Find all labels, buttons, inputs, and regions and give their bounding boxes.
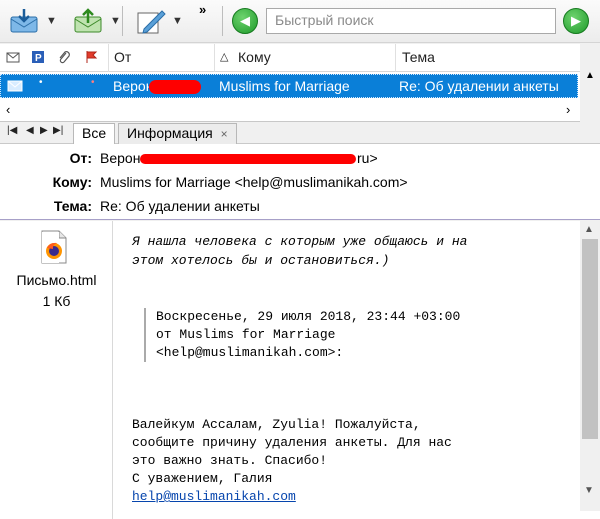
scroll-up-icon[interactable]: ▲: [584, 224, 594, 235]
body-line: этом хотелось бы и остановиться.): [132, 253, 390, 268]
read-envelope-icon: [7, 80, 23, 92]
quote-line: Воскресенье, 29 июля 2018, 23:44 +03:00: [156, 309, 461, 324]
tab-prev-icon[interactable]: ◀: [26, 125, 34, 136]
toolbar-divider: [122, 6, 123, 36]
flag-icon[interactable]: [84, 50, 98, 64]
message-body-area: Письмо.html 1 Кб Я нашла человека с кото…: [0, 221, 600, 519]
message-text: Я нашла человека с которым уже общаюсь и…: [132, 221, 577, 519]
row-to: Muslims for Marriage: [219, 78, 350, 94]
inbox-download-icon: [10, 9, 38, 33]
list-vertical-scrollbar[interactable]: ▲: [580, 44, 600, 122]
scroll-down-icon[interactable]: ▼: [584, 485, 594, 496]
tab-first-icon[interactable]: |◀: [7, 125, 17, 136]
message-list: P От △ Кому Тема • • Верон Muslims for M…: [0, 44, 600, 122]
body-line: С уважением, Галия: [132, 471, 273, 486]
column-divider: [214, 44, 215, 72]
header-from-value[interactable]: Верон: [100, 150, 140, 166]
close-icon[interactable]: ×: [221, 127, 228, 141]
message-row-selected[interactable]: • • Верон Muslims for Marriage Re: Об уд…: [0, 74, 578, 98]
horizontal-scrollbar[interactable]: ‹ ›: [0, 100, 580, 120]
html-file-icon: [41, 230, 67, 264]
quote-line: <help@muslimanikah.com>:: [156, 345, 344, 360]
envelope-icon[interactable]: [6, 50, 20, 64]
body-vertical-scrollbar[interactable]: ▲ ▼: [580, 221, 600, 511]
body-line: это важно знать. Спасибо!: [132, 453, 328, 468]
scroll-up-icon[interactable]: ▲: [585, 70, 595, 81]
chevron-down-icon[interactable]: ▼: [172, 15, 183, 27]
tab-info-label: Информация: [127, 125, 213, 141]
attachment-item[interactable]: [40, 230, 68, 267]
arrow-right-icon: ▶: [571, 13, 581, 28]
search-back-button[interactable]: ◀: [232, 8, 258, 34]
chevron-down-icon[interactable]: ▼: [110, 15, 121, 27]
row-from: Верон: [113, 78, 154, 94]
row-subject: Re: Об удалении анкеты: [399, 78, 559, 94]
sort-up-icon: △: [220, 51, 229, 63]
header-from-row: От: Верон ru>: [0, 148, 600, 170]
email-link[interactable]: help@muslimanikah.com: [132, 488, 296, 506]
column-divider: [395, 44, 396, 72]
chevron-down-icon[interactable]: ▼: [46, 15, 57, 27]
redaction-mark: [140, 154, 356, 164]
header-subject-label: Тема:: [53, 198, 92, 214]
priority-icon[interactable]: P: [31, 50, 45, 64]
attachment-panel: Письмо.html 1 Кб: [0, 221, 113, 519]
toolbar: ▼ ▼ ▼ » ◀ Быстрый поиск ▶: [0, 0, 600, 43]
header-subject-row: Тема: Re: Об удалении анкеты: [0, 196, 600, 218]
column-subject[interactable]: Тема: [402, 49, 435, 65]
header-to-row: Кому: Muslims for Marriage <help@muslima…: [0, 172, 600, 194]
body-line: сообщите причину удаления анкеты. Для на…: [132, 435, 452, 450]
body-line: Валейкум Ассалам, Zyulia! Пожалуйста,: [132, 417, 421, 432]
quick-search-input[interactable]: Быстрый поиск: [266, 8, 556, 34]
quote-line: от Muslims for Marriage: [156, 327, 336, 342]
tab-all[interactable]: Все: [73, 123, 116, 144]
priority-dot-icon: •: [39, 77, 43, 88]
header-to-value[interactable]: Muslims for Marriage <help@muslimanikah.…: [100, 174, 408, 190]
quote-block: Воскресенье, 29 июля 2018, 23:44 +03:00 …: [144, 308, 460, 362]
svg-text:P: P: [35, 53, 42, 64]
toolbar-divider: [222, 6, 223, 36]
scroll-left-icon[interactable]: ‹: [6, 102, 10, 117]
message-headers: От: Верон ru> Кому: Muslims for Marriage…: [0, 144, 600, 220]
compose-pencil-icon: [137, 10, 166, 34]
scroll-thumb[interactable]: [582, 239, 598, 439]
tab-info[interactable]: Информация ×: [118, 123, 237, 144]
arrow-left-icon: ◀: [240, 13, 250, 28]
attachment-size: 1 Кб: [42, 293, 71, 309]
message-list-header: P От △ Кому Тема: [0, 44, 580, 72]
scroll-right-icon[interactable]: ›: [566, 102, 570, 117]
column-divider: [108, 44, 109, 72]
header-subject-value: Re: Об удалении анкеты: [100, 198, 260, 214]
header-from-suffix: ru>: [357, 150, 378, 166]
header-to-label: Кому:: [52, 174, 92, 190]
column-from[interactable]: От: [114, 49, 131, 65]
attachment-name[interactable]: Письмо.html: [0, 272, 113, 288]
tab-next-icon[interactable]: ▶: [40, 125, 48, 136]
get-mail-button[interactable]: ▼: [8, 5, 57, 37]
body-line: Я нашла человека с которым уже общаюсь и…: [132, 234, 468, 249]
search-go-button[interactable]: ▶: [563, 8, 589, 34]
compose-button[interactable]: ▼: [134, 5, 183, 37]
toolbar-overflow-button[interactable]: »: [199, 2, 206, 17]
outbox-upload-icon: [74, 8, 102, 33]
preview-tabs: |◀ ◀ ▶ ▶| Все Информация ×: [0, 122, 600, 144]
redaction-mark: [149, 80, 201, 94]
send-mail-button[interactable]: ▼: [72, 5, 121, 37]
column-to[interactable]: Кому: [238, 49, 271, 65]
header-from-label: От:: [69, 150, 92, 166]
attachment-icon[interactable]: [57, 50, 71, 64]
flag-dot-icon: •: [91, 77, 95, 88]
tab-last-icon[interactable]: ▶|: [53, 125, 63, 136]
